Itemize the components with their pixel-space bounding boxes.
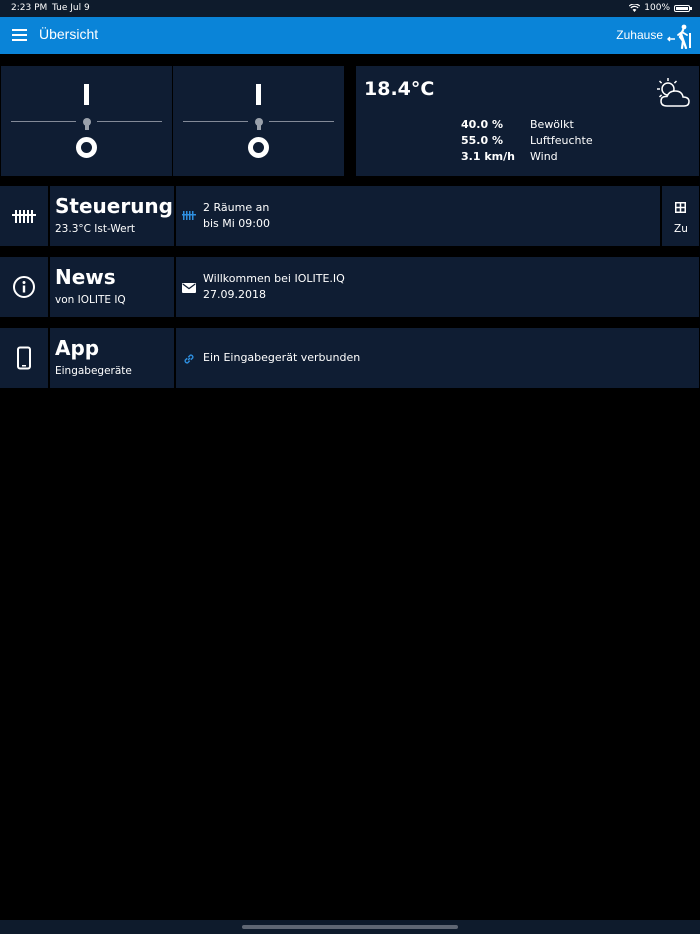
mode-label[interactable]: Zuhause (616, 28, 663, 42)
menu-icon[interactable] (12, 29, 27, 41)
radiator-icon (12, 210, 36, 223)
steuerung-until-line: bis Mi 09:00 (203, 217, 271, 230)
mail-icon (182, 283, 196, 293)
walking-person-icon[interactable] (667, 23, 693, 49)
steuerung-subtitle: 23.3°C Ist-Wert (55, 223, 136, 235)
status-right: 100% (629, 3, 692, 13)
news-message: Willkommen bei IOLITE.IQ (203, 272, 345, 285)
lightbulb-icon (83, 118, 91, 130)
close-all-button[interactable]: Zu (662, 186, 699, 246)
app-subtitle: Eingabegeräte (55, 365, 132, 377)
steuerung-status-line: 2 Räume an (203, 201, 270, 214)
info-icon (13, 276, 35, 298)
switch-on-button[interactable] (256, 84, 261, 105)
status-date: Tue Jul 9 (52, 3, 90, 13)
grid-icon (675, 202, 686, 213)
app-device-status: Ein Eingabegerät verbunden (203, 351, 361, 364)
switch-divider (11, 121, 76, 122)
link-icon (184, 354, 194, 364)
close-all-label: Zu (674, 223, 688, 235)
smartphone-icon (17, 346, 31, 370)
news-subtitle: von IOLITE IQ (55, 294, 126, 306)
light-switch-2[interactable] (173, 66, 344, 176)
page-title: Übersicht (39, 26, 99, 42)
partly-cloudy-icon (657, 78, 690, 107)
switch-off-button[interactable] (248, 137, 269, 158)
bottom-bar (0, 920, 700, 934)
news-row[interactable]: News von IOLITE IQ Willkommen bei IOLITE… (0, 257, 699, 317)
status-bar: 2:23 PM Tue Jul 9 100% (0, 0, 700, 17)
switch-divider (97, 121, 162, 122)
news-title: News (55, 265, 116, 289)
battery-percent: 100% (644, 3, 670, 13)
home-indicator[interactable] (242, 925, 458, 929)
app-row[interactable]: App Eingabegeräte Ein Eingabegerät verbu… (0, 328, 699, 388)
temperature: 18.4°C (364, 78, 435, 100)
lightbulb-icon (255, 118, 263, 130)
app-title: App (55, 336, 100, 360)
switch-divider (269, 121, 334, 122)
steuerung-title: Steuerung (55, 194, 173, 218)
news-date: 27.09.2018 (203, 288, 266, 301)
radiator-small-icon (182, 211, 196, 220)
wifi-icon (629, 4, 641, 12)
weather-tile[interactable]: 18.4°C 40.0 % Bewölkt 55.0 % Luftfeuchte… (356, 66, 699, 176)
status-time: 2:23 PM (11, 3, 48, 13)
nav-bar: Übersicht Zuhause (0, 17, 700, 54)
switch-on-button[interactable] (84, 84, 89, 105)
light-switch-1[interactable] (1, 66, 172, 176)
switch-off-button[interactable] (76, 137, 97, 158)
switch-divider (183, 121, 248, 122)
steuerung-row[interactable]: Steuerung 23.3°C Ist-Wert 2 Räume an bis… (0, 186, 699, 246)
battery-icon (674, 4, 692, 12)
